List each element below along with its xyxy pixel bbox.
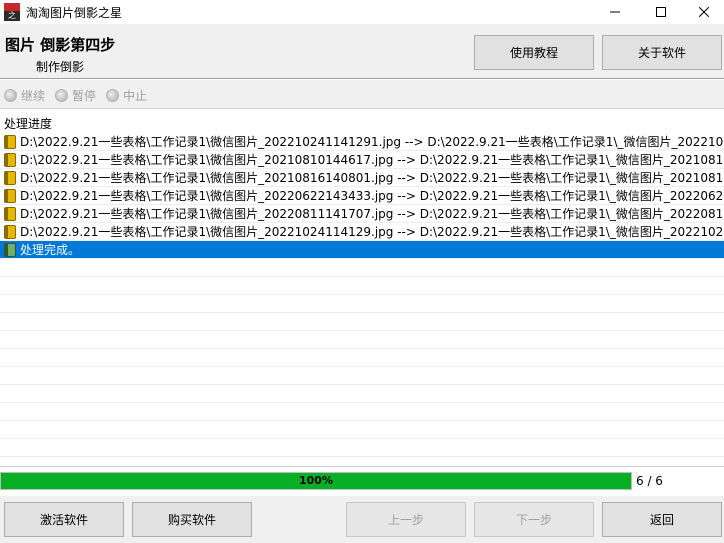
empty-row [0, 421, 724, 439]
book-icon [4, 153, 16, 167]
log-row-text: D:\2022.9.21一些表格\工作记录1\微信图片_202108101446… [20, 153, 724, 167]
continue-button[interactable]: 继续 [4, 87, 45, 104]
close-button[interactable] [684, 0, 724, 24]
task-controls: 继续 暂停 中止 [0, 80, 724, 108]
empty-row [0, 439, 724, 457]
log-row-text: D:\2022.9.21一些表格\工作记录1\微信图片_202108161408… [20, 171, 724, 185]
next-step-button[interactable]: 下一步 [474, 502, 594, 537]
step-header: 图片 倒影第四步 制作倒影 使用教程 关于软件 [0, 24, 724, 78]
stop-label: 中止 [123, 89, 148, 103]
empty-row [0, 403, 724, 421]
title-bar: 之 淘淘图片倒影之星 [0, 0, 724, 24]
empty-row [0, 259, 724, 277]
pause-radio-icon [55, 89, 68, 102]
book-icon [4, 135, 16, 149]
progress-percent-text: 100% [299, 474, 333, 487]
progress-log-list[interactable]: D:\2022.9.21一些表格\工作记录1\微信图片_202210241141… [0, 133, 724, 461]
minimize-icon [610, 11, 620, 13]
buy-button[interactable]: 购买软件 [132, 502, 252, 537]
empty-row [0, 295, 724, 313]
book-icon [4, 207, 16, 221]
log-row-text: D:\2022.9.21一些表格\工作记录1\微信图片_202206221434… [20, 189, 724, 203]
close-icon [699, 7, 709, 17]
log-row[interactable]: D:\2022.9.21一些表格\工作记录1\微信图片_202108161408… [0, 169, 724, 187]
empty-row [0, 313, 724, 331]
empty-row [0, 277, 724, 295]
progress-bar: 100% [0, 472, 632, 490]
complete-text: 处理完成。 [20, 243, 81, 257]
about-button[interactable]: 关于软件 [602, 35, 722, 70]
pause-label: 暂停 [72, 89, 97, 103]
log-row[interactable]: D:\2022.9.21一些表格\工作记录1\微信图片_202108101446… [0, 151, 724, 169]
log-row-text: D:\2022.9.21一些表格\工作记录1\微信图片_202210241141… [20, 135, 724, 149]
log-row-text: D:\2022.9.21一些表格\工作记录1\微信图片_202210241141… [20, 225, 724, 239]
header-divider [0, 78, 724, 79]
minimize-button[interactable] [592, 0, 638, 24]
tutorial-button[interactable]: 使用教程 [474, 35, 594, 70]
list-divider [0, 466, 724, 467]
log-row[interactable]: D:\2022.9.21一些表格\工作记录1\微信图片_202210241141… [0, 133, 724, 151]
empty-row [0, 331, 724, 349]
window-title: 淘淘图片倒影之星 [26, 6, 123, 20]
stop-button[interactable]: 中止 [106, 87, 147, 104]
maximize-icon [656, 7, 666, 17]
book-icon [4, 171, 16, 185]
back-button[interactable]: 返回 [602, 502, 722, 537]
stop-radio-icon [106, 89, 119, 102]
book-icon [4, 243, 16, 257]
app-logo-glyph: 之 [4, 11, 20, 21]
step-subtitle: 制作倒影 [36, 60, 85, 74]
controls-divider [0, 108, 724, 109]
log-row-text: D:\2022.9.21一些表格\工作记录1\微信图片_202208111417… [20, 207, 724, 221]
empty-row [0, 349, 724, 367]
log-row[interactable]: D:\2022.9.21一些表格\工作记录1\微信图片_202208111417… [0, 205, 724, 223]
book-icon [4, 225, 16, 239]
prev-step-button[interactable]: 上一步 [346, 502, 466, 537]
continue-radio-icon [4, 89, 17, 102]
empty-row [0, 367, 724, 385]
continue-label: 继续 [21, 89, 46, 103]
progress-count: 6 / 6 [636, 474, 663, 488]
maximize-button[interactable] [638, 0, 684, 24]
book-icon [4, 189, 16, 203]
activate-button[interactable]: 激活软件 [4, 502, 124, 537]
log-row-complete[interactable]: 处理完成。 [0, 241, 724, 259]
step-title: 图片 倒影第四步 [5, 36, 116, 54]
footer-bar: 激活软件 购买软件 上一步 下一步 返回 [0, 496, 724, 543]
pause-button[interactable]: 暂停 [55, 87, 96, 104]
progress-section-label: 处理进度 [4, 117, 53, 131]
empty-row [0, 385, 724, 403]
app-logo-icon: 之 [4, 3, 20, 21]
log-row[interactable]: D:\2022.9.21一些表格\工作记录1\微信图片_202206221434… [0, 187, 724, 205]
log-row[interactable]: D:\2022.9.21一些表格\工作记录1\微信图片_202210241141… [0, 223, 724, 241]
